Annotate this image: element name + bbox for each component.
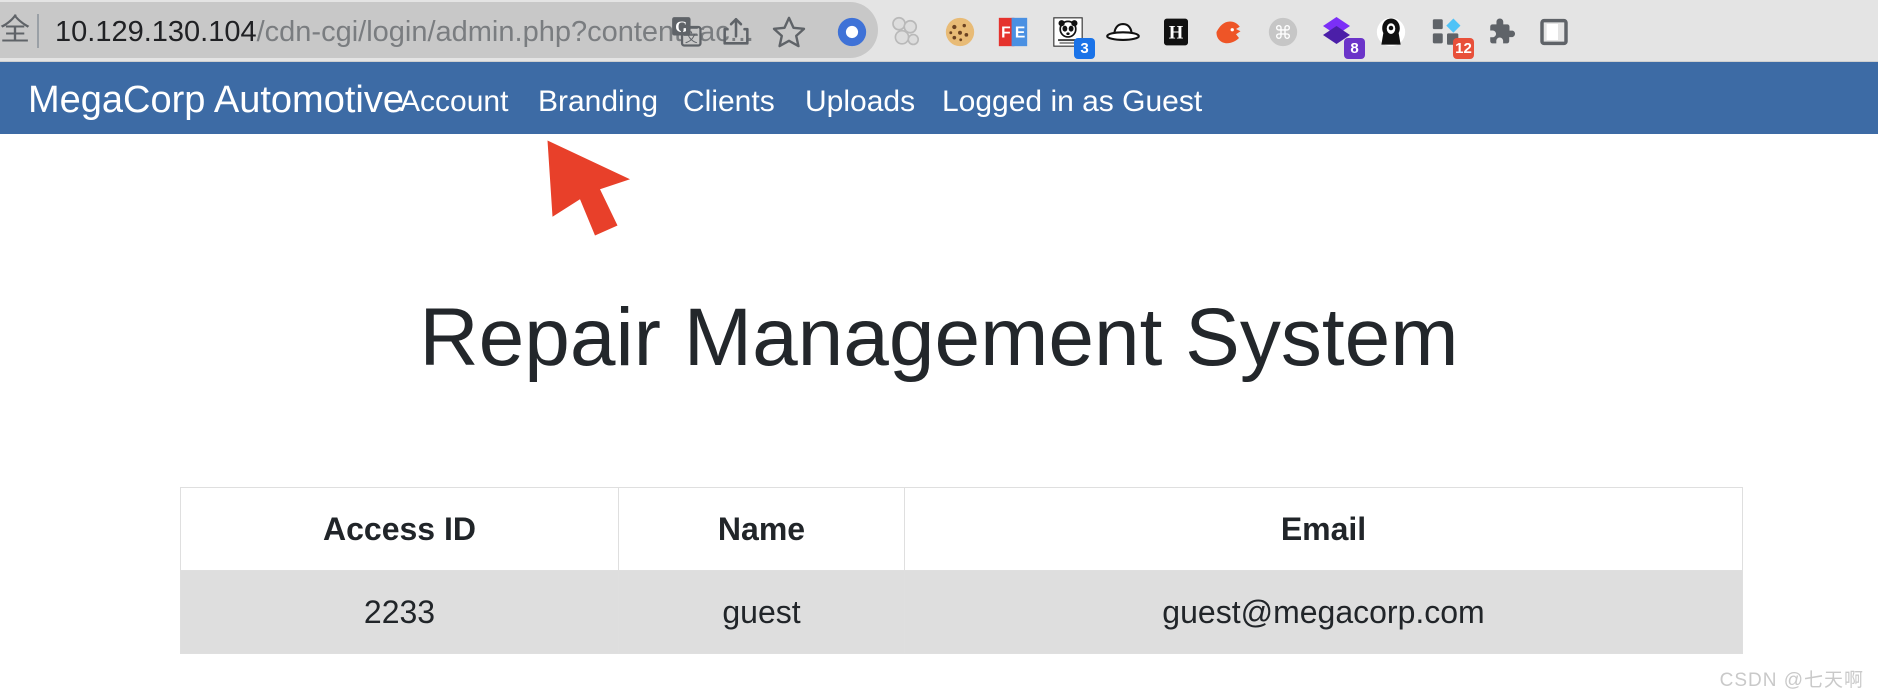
panda-avatar-extension-icon[interactable]: 3 [1048, 12, 1095, 59]
blue-ring-extension-icon[interactable] [832, 12, 872, 52]
share-icon[interactable] [716, 12, 756, 52]
nav-link-branding[interactable]: Branding [538, 84, 658, 120]
nav-link-uploads[interactable]: Uploads [805, 84, 915, 120]
column-header-email: Email [904, 487, 1743, 571]
cell-email: guest@megacorp.com [904, 570, 1743, 654]
bowler-hat-extension-icon[interactable] [1103, 12, 1143, 52]
bookmark-star-icon[interactable] [769, 12, 809, 52]
orange-fox-extension-icon[interactable] [1210, 12, 1250, 52]
watermark-text: CSDN @七天啊 [1719, 670, 1864, 691]
nav-link-logged-in-as-guest[interactable]: Logged in as Guest [942, 84, 1202, 120]
extension-badge-count: 8 [1344, 38, 1365, 59]
svg-text:H: H [1169, 23, 1184, 44]
h-letter-extension-icon[interactable]: H [1156, 12, 1196, 52]
url-host: 10.129.130.104 [55, 16, 257, 48]
svg-text:⌘: ⌘ [1274, 22, 1292, 43]
cookie-extension-icon[interactable] [940, 12, 980, 52]
omnibox-divider [37, 14, 39, 48]
table-row: 2233 guest guest@megacorp.com [180, 570, 1743, 654]
molecule-extension-icon[interactable] [885, 12, 925, 52]
svg-text:F: F [1001, 25, 1011, 42]
cell-access-id: 2233 [180, 570, 619, 654]
command-key-extension-icon[interactable]: ⌘ [1263, 12, 1303, 52]
puzzle-extensions-icon[interactable] [1480, 12, 1520, 52]
browser-chrome: 全 10.129.130.104/cdn-cgi/login/admin.php… [0, 0, 1878, 62]
column-header-name: Name [618, 487, 905, 571]
url-text[interactable]: 10.129.130.104/cdn-cgi/login/admin.php?c… [55, 12, 754, 52]
purple-layers-extension-icon[interactable]: 8 [1318, 12, 1365, 59]
cell-name: guest [618, 570, 905, 654]
hoodie-person-extension-icon[interactable] [1371, 12, 1411, 52]
column-header-access-id: Access ID [180, 487, 619, 571]
side-panel-icon[interactable] [1534, 12, 1574, 52]
page-title: Repair Management System [419, 292, 1459, 383]
extension-badge-count: 3 [1074, 38, 1095, 59]
nav-link-clients[interactable]: Clients [683, 84, 775, 120]
translate-icon[interactable]: G 文 [667, 12, 707, 52]
svg-text:E: E [1015, 25, 1025, 42]
user-table: Access ID Name Email 2233 guest guest@me… [180, 487, 1743, 654]
site-navbar: MegaCorp Automotive Account Branding Cli… [0, 62, 1878, 134]
annotation-arrow-icon [547, 140, 630, 236]
grid-blocks-extension-icon[interactable]: 12 [1427, 12, 1474, 59]
svg-text:文: 文 [685, 30, 698, 45]
brand-title[interactable]: MegaCorp Automotive [28, 78, 404, 122]
table-header-row: Access ID Name Email [180, 487, 1743, 571]
security-indicator-label: 全 [0, 14, 30, 47]
extension-badge-count: 12 [1453, 38, 1474, 59]
nav-link-account[interactable]: Account [400, 84, 508, 120]
fe-extension-icon[interactable]: F E [993, 12, 1033, 52]
